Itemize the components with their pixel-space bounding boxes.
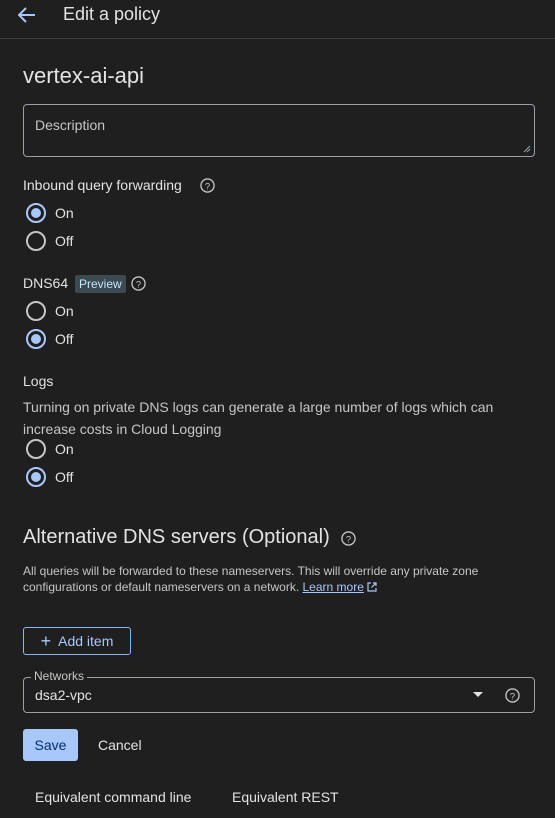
logs-off-radio[interactable]: Off — [26, 467, 73, 487]
inbound-forwarding-label: Inbound query forwarding — [23, 177, 182, 193]
save-button[interactable]: Save — [23, 729, 78, 761]
inbound-on-radio[interactable]: On — [26, 203, 74, 223]
dns64-label: DNS64 — [23, 275, 69, 291]
inbound-off-radio[interactable]: Off — [26, 231, 73, 251]
radio-label: Off — [55, 469, 74, 485]
radio-circle — [26, 467, 46, 487]
radio-label: On — [55, 205, 74, 221]
radio-label: Off — [55, 331, 74, 347]
radio-circle — [26, 439, 46, 459]
plus-icon: + — [40, 631, 52, 651]
radio-circle — [26, 329, 46, 349]
page-title: Edit a policy — [63, 4, 161, 24]
policy-name: vertex-ai-api — [23, 63, 145, 88]
equivalent-command-line-link[interactable]: Equivalent command line — [35, 789, 191, 805]
svg-text:?: ? — [346, 534, 351, 544]
learn-more-link[interactable]: Learn more — [303, 580, 364, 594]
add-item-button[interactable]: + Add item — [23, 627, 131, 655]
external-link-icon — [367, 582, 377, 592]
radio-label: Off — [55, 233, 74, 249]
svg-text:?: ? — [510, 691, 515, 701]
dns64-off-radio[interactable]: Off — [26, 329, 73, 349]
radio-label: On — [55, 303, 74, 319]
dns64-on-radio[interactable]: On — [26, 301, 74, 321]
logs-description: Turning on private DNS logs can generate… — [23, 399, 494, 437]
logs-label: Logs — [23, 373, 54, 389]
radio-circle — [26, 203, 46, 223]
help-icon[interactable]: ? — [505, 688, 520, 703]
resize-handle-icon[interactable] — [523, 145, 531, 153]
radio-circle — [26, 301, 46, 321]
back-button[interactable] — [14, 2, 40, 28]
alt-dns-description-text: All queries will be forwarded to these n… — [23, 564, 479, 594]
description-field[interactable]: Description — [23, 104, 535, 157]
preview-badge: Preview — [75, 275, 126, 293]
svg-text:?: ? — [136, 279, 141, 289]
radio-circle — [26, 231, 46, 251]
description-placeholder: Description — [35, 117, 106, 133]
networks-label: Networks — [31, 669, 88, 683]
help-icon[interactable]: ? — [200, 178, 215, 193]
alt-dns-description: All queries will be forwarded to these n… — [23, 563, 493, 595]
cancel-button[interactable]: Cancel — [98, 737, 142, 753]
networks-value: dsa2-vpc — [35, 687, 92, 703]
alt-dns-title: Alternative DNS servers (Optional) — [23, 526, 330, 548]
svg-text:?: ? — [205, 181, 210, 191]
page-header: Edit a policy — [0, 0, 555, 39]
add-item-label: Add item — [58, 633, 114, 649]
dropdown-arrow-icon[interactable] — [473, 692, 483, 697]
logs-on-radio[interactable]: On — [26, 439, 74, 459]
equivalent-rest-link[interactable]: Equivalent REST — [232, 789, 339, 805]
arrow-back-icon — [18, 7, 35, 23]
networks-select[interactable] — [23, 677, 535, 713]
help-icon[interactable]: ? — [131, 276, 146, 291]
help-icon[interactable]: ? — [341, 531, 356, 546]
radio-label: On — [55, 441, 74, 457]
